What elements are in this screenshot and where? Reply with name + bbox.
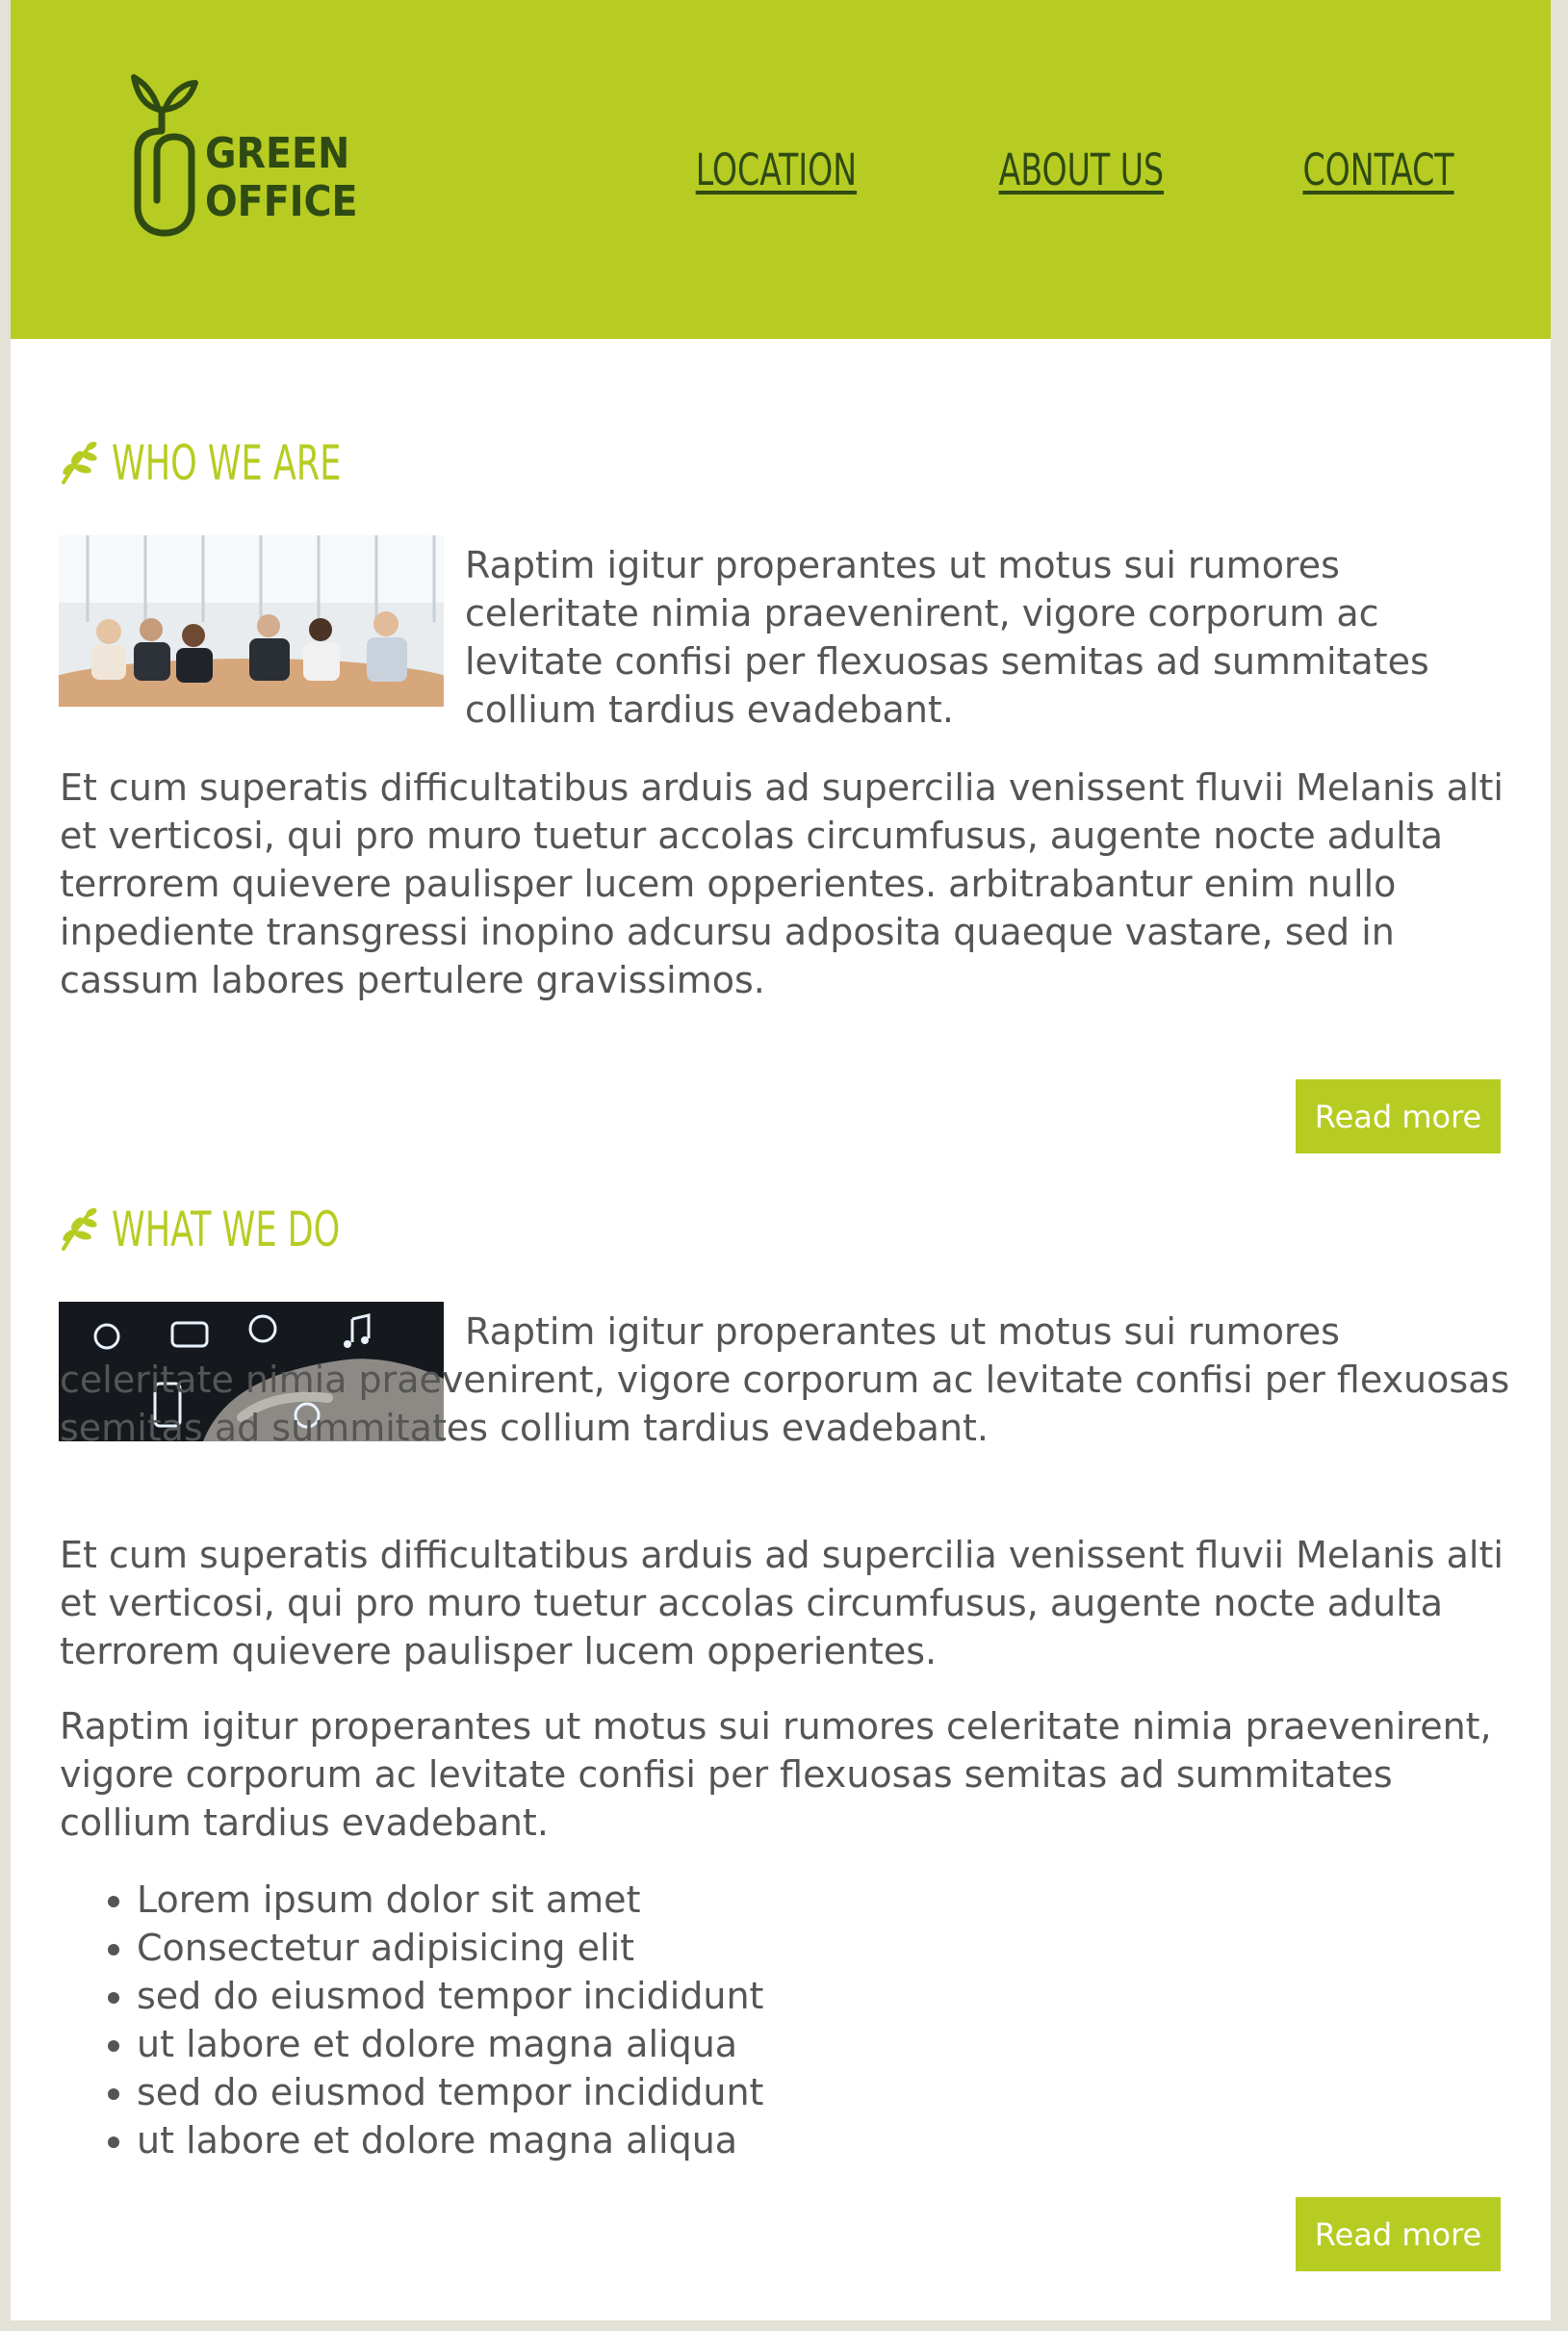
section-paragraph: Raptim igitur properantes ut motus sui r… <box>60 1705 1492 1844</box>
read-more-button[interactable]: Read more <box>1296 1079 1501 1153</box>
read-more-button[interactable]: Read more <box>1296 2197 1501 2271</box>
list-item: ut labore et dolore magna aliqua <box>137 2116 763 2164</box>
logo-line2: OFFICE <box>205 177 355 226</box>
nav-contact[interactable]: CONTACT <box>1303 144 1454 195</box>
section-title-text: WHO WE ARE <box>112 435 342 491</box>
section-intro: Raptim igitur properantes ut motus sui r… <box>465 544 1429 731</box>
leaf-icon <box>62 1207 97 1251</box>
list-item: ut labore et dolore magna aliqua <box>137 2020 763 2068</box>
list-item: sed do eiusmod tempor incididunt <box>137 2068 763 2116</box>
site-header: GREEN OFFICE LOCATION ABOUT US CONTACT <box>11 0 1551 339</box>
section-intro: Raptim igitur properantes ut motus sui r… <box>60 1310 1510 1449</box>
green-office-logo[interactable]: GREEN OFFICE <box>124 71 358 245</box>
main-nav: LOCATION ABOUT US CONTACT <box>554 144 1454 195</box>
list-item: Lorem ipsum dolor sit amet <box>137 1876 763 1924</box>
section-paragraph: Et cum superatis difficultatibus arduis … <box>60 1534 1504 1672</box>
section-title-what-we-do: WHAT WE DO <box>58 1202 404 1257</box>
logo-line1: GREEN <box>205 129 349 178</box>
feature-list: Lorem ipsum dolor sit amet Consectetur a… <box>60 1876 763 2164</box>
business-team-photo <box>59 535 444 707</box>
section-title-who-we-are: WHO WE ARE <box>58 435 406 491</box>
nav-about-us[interactable]: ABOUT US <box>999 144 1164 195</box>
list-item: Consectetur adipisicing elit <box>137 1924 763 1972</box>
section-paragraph: Et cum superatis difficultatibus arduis … <box>60 766 1504 1001</box>
leaf-icon <box>62 441 97 484</box>
paperclip-sprout-icon: GREEN OFFICE <box>131 74 358 237</box>
list-item: sed do eiusmod tempor incididunt <box>137 1972 763 2020</box>
nav-location[interactable]: LOCATION <box>696 144 857 195</box>
section-title-text: WHAT WE DO <box>112 1202 341 1257</box>
page: GREEN OFFICE LOCATION ABOUT US CONTACT W… <box>11 0 1551 2320</box>
